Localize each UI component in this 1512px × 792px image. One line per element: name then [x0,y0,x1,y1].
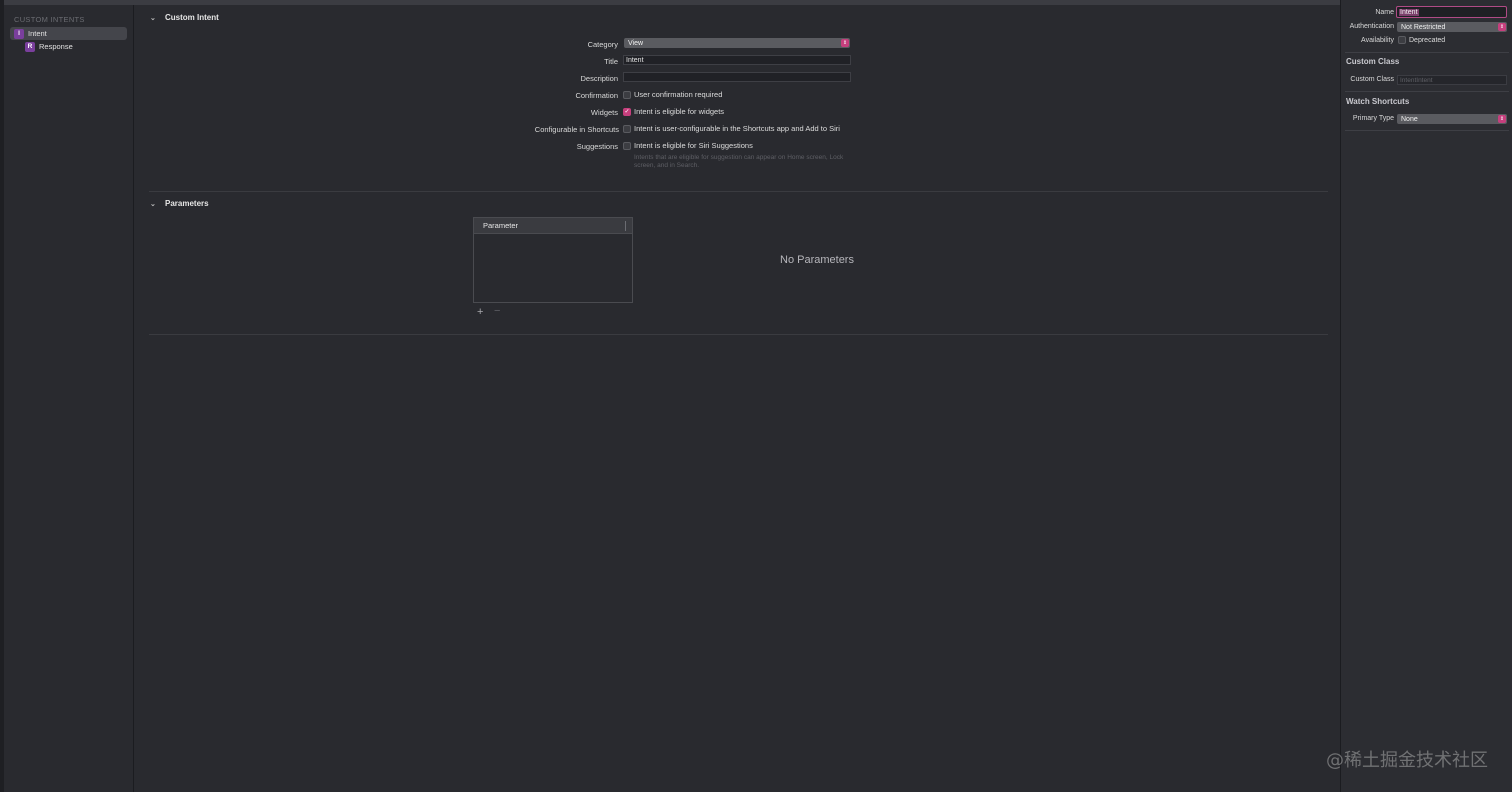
primary-type-popup[interactable]: None ⇕ [1397,114,1507,124]
category-value: View [628,39,644,47]
title-field[interactable]: Intent [623,55,851,65]
availability-label: Availability [1361,37,1394,44]
custom-class-section-title: Custom Class [1346,57,1400,66]
suggestions-hint: Intents that are eligible for suggestion… [634,154,844,169]
inspector-panel: Name Intent Authentication Not Restricte… [1340,0,1512,792]
section-title: Parameters [165,199,209,208]
chevron-down-icon[interactable]: ⌄ [150,14,160,22]
parameters-section-header[interactable]: ⌄ Parameters [150,199,209,208]
primary-type-value: None [1401,115,1418,123]
parameters-table[interactable]: Parameter [473,217,633,303]
description-label: Description [580,74,618,83]
widgets-text: Intent is eligible for widgets [634,107,725,116]
sidebar-item-label: Intent [28,29,47,38]
parameter-column-header[interactable]: Parameter [474,218,632,234]
up-down-stepper-icon: ⇕ [1498,115,1506,123]
authentication-popup[interactable]: Not Restricted ⇕ [1397,22,1507,32]
widgets-checkbox-row[interactable]: ✓ Intent is eligible for widgets [623,107,724,116]
remove-parameter-button[interactable]: − [494,305,500,317]
sidebar-heading: CUSTOM INTENTS [14,15,85,24]
name-value: Intent [1399,8,1419,16]
category-label: Category [587,40,618,49]
name-field[interactable]: Intent [1396,6,1507,18]
deprecated-checkbox-row[interactable]: Deprecated [1398,36,1445,44]
custom-class-field[interactable]: IntentIntent [1397,75,1507,85]
chevron-down-icon[interactable]: ⌄ [150,200,160,208]
response-badge-icon: R [25,41,35,52]
confirmation-checkbox-row[interactable]: User confirmation required [623,90,722,99]
inspector-divider [1345,130,1509,131]
no-parameters-text: No Parameters [780,254,854,266]
name-label: Name [1375,9,1394,16]
sidebar-item-response[interactable]: R Response [25,40,127,53]
section-divider [149,334,1328,335]
suggestions-checkbox[interactable] [623,141,631,150]
intents-sidebar: CUSTOM INTENTS I Intent R Response [4,5,134,792]
configurable-checkbox[interactable] [623,124,631,133]
configurable-checkbox-row[interactable]: Intent is user-configurable in the Short… [623,124,840,133]
suggestions-text: Intent is eligible for Siri Suggestions [634,141,753,150]
add-parameter-button[interactable]: + [477,306,483,318]
intent-badge-icon: I [14,28,24,39]
section-divider [149,191,1328,192]
authentication-value: Not Restricted [1401,23,1446,31]
primary-type-label: Primary Type [1352,115,1394,122]
inspector-divider [1345,91,1509,92]
up-down-stepper-icon: ⇕ [841,39,849,47]
checkmark-icon[interactable]: ✓ [623,107,631,116]
deprecated-text: Deprecated [1409,36,1446,44]
watch-shortcuts-section-title: Watch Shortcuts [1346,97,1410,106]
site-watermark: @稀土掘金技术社区 [1326,750,1488,771]
column-separator [625,221,626,231]
column-header-label: Parameter [483,221,519,230]
custom-class-label: Custom Class [1350,76,1394,83]
description-field[interactable] [623,72,851,82]
confirmation-checkbox[interactable] [623,90,631,99]
suggestions-label: Suggestions [576,142,618,151]
deprecated-checkbox[interactable] [1398,36,1406,44]
widgets-label: Widgets [590,108,618,117]
category-popup[interactable]: View ⇕ [624,38,850,48]
suggestions-checkbox-row[interactable]: Intent is eligible for Siri Suggestions [623,141,753,150]
confirmation-label: Confirmation [575,91,618,100]
authentication-label: Authentication [1349,23,1394,30]
section-title: Custom Intent [165,13,219,22]
custom-intent-section-header[interactable]: ⌄ Custom Intent [150,13,219,22]
sidebar-item-label: Response [39,42,73,51]
inspector-divider [1345,52,1509,53]
title-label: Title [604,57,618,66]
sidebar-item-intent[interactable]: I Intent [10,27,127,40]
up-down-stepper-icon: ⇕ [1498,23,1506,31]
configurable-label: Configurable in Shortcuts [534,125,619,134]
configurable-text: Intent is user-configurable in the Short… [634,124,840,133]
confirmation-text: User confirmation required [634,90,723,99]
intent-editor: ⌄ Custom Intent Category View ⇕ Title In… [135,5,1339,792]
